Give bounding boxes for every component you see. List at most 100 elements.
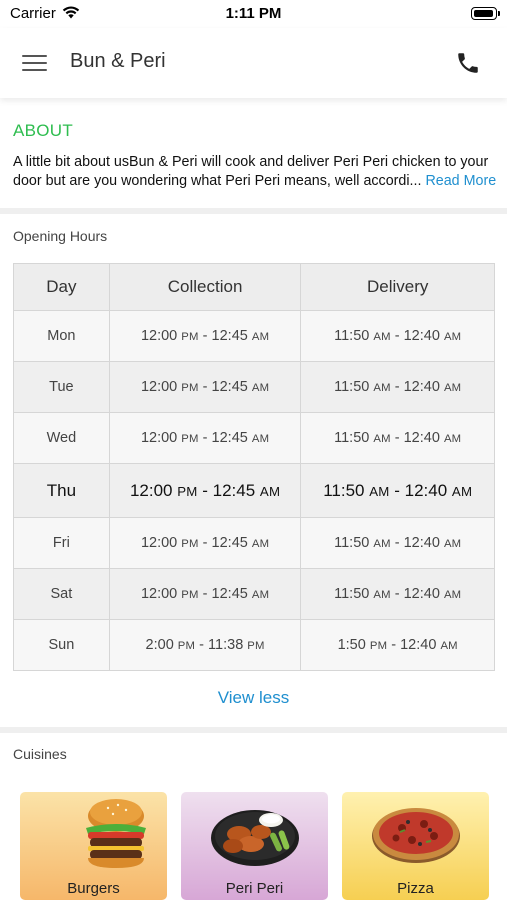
time-end: 12:40	[403, 379, 440, 395]
status-bar: Carrier 1:11 PM	[0, 0, 507, 28]
day-cell: Thu	[13, 463, 110, 518]
time-start-period: AM	[373, 331, 391, 343]
hamburger-menu-icon[interactable]	[22, 52, 48, 72]
hours-row-wed: Wed 12:00 PM - 12:45 AM 11:50 AM - 12:40 A…	[13, 412, 495, 464]
time-start: 12:00	[129, 480, 173, 500]
time-start-period: PM	[181, 382, 199, 394]
battery-icon	[471, 7, 500, 20]
day-cell: Tue	[13, 361, 110, 413]
time-end: 12:45	[211, 535, 248, 551]
day-cell: Wed	[13, 412, 110, 464]
delivery-time-cell: 11:50 AM - 12:40 AM	[300, 412, 495, 464]
time-end-period: AM	[251, 433, 270, 445]
day-cell: Sun	[13, 619, 110, 671]
delivery-time-cell: 11:50 AM - 12:40 AM	[300, 310, 495, 362]
restaurant-title: Bun & Peri	[70, 50, 166, 72]
time-start: 11:50	[323, 480, 365, 500]
hours-row-tue: Tue 12:00 PM - 12:45 AM 11:50 AM - 12:40 A…	[13, 361, 495, 413]
about-description: A little bit about usBun & Peri will coo…	[13, 154, 489, 189]
section-divider	[0, 727, 507, 733]
opening-hours-table: Day Collection Delivery Mon 12:00 PM - 12…	[13, 263, 495, 671]
time-start: 11:50	[334, 328, 370, 344]
time-end: 12:40	[403, 430, 440, 446]
collection-time-cell: 12:00 PM - 12:45 AM	[108, 463, 302, 518]
time-start-period: PM	[181, 589, 199, 601]
navigation-bar: Bun & Peri	[0, 28, 507, 98]
time-start-period: AM	[373, 433, 391, 445]
time-start: 11:50	[334, 586, 370, 602]
about-section: ABOUT A little bit about usBun & Peri wi…	[0, 108, 507, 208]
cuisines-heading: Cuisines	[13, 746, 67, 762]
read-more-link[interactable]: Read More	[425, 173, 496, 189]
time-start: 12:00	[140, 379, 178, 395]
day-cell: Mon	[13, 310, 110, 362]
time-end-period: AM	[259, 483, 281, 499]
time-end: 12:40	[400, 637, 437, 653]
cuisine-label: Peri Peri	[225, 880, 284, 897]
time-start: 2:00	[145, 637, 174, 653]
time-end-period: AM	[443, 589, 462, 601]
phone-icon[interactable]	[455, 50, 481, 76]
hours-row-sun: Sun 2:00 PM - 11:38 PM 1:50 PM - 12:40 AM	[13, 619, 495, 671]
time-end: 12:40	[404, 480, 448, 500]
time-end-period: AM	[443, 382, 462, 394]
time-end-period: PM	[247, 640, 265, 652]
column-header-delivery: Delivery	[300, 263, 495, 311]
cuisine-label: Pizza	[397, 880, 434, 897]
hours-row-mon: Mon 12:00 PM - 12:45 AM 11:50 AM - 12:40 A…	[13, 310, 495, 362]
time-end-period: AM	[251, 538, 270, 550]
time-start-period: AM	[373, 382, 391, 394]
about-heading: ABOUT	[13, 121, 74, 140]
time-start: 12:00	[140, 328, 178, 344]
day-cell: Fri	[13, 517, 110, 569]
collection-time-cell: 12:00 PM - 12:45 AM	[108, 310, 302, 362]
cuisine-card-peri-peri[interactable]: Peri Peri	[181, 792, 328, 900]
collection-time-cell: 12:00 PM - 12:45 AM	[108, 412, 302, 464]
time-end: 12:45	[211, 379, 248, 395]
time-start-period: PM	[181, 433, 199, 445]
time-end-period: AM	[451, 483, 473, 499]
section-divider	[0, 208, 507, 214]
time-end-period: AM	[443, 331, 462, 343]
collection-time-cell: 12:00 PM - 12:45 AM	[108, 568, 302, 620]
cuisine-label: Burgers	[67, 880, 120, 897]
time-start-period: AM	[373, 538, 391, 550]
delivery-time-cell: 11:50 AM - 12:40 AM	[300, 568, 495, 620]
delivery-time-cell: 11:50 AM - 12:40 AM	[300, 463, 495, 518]
delivery-time-cell: 1:50 PM - 12:40 AM	[300, 619, 495, 671]
time-start: 1:50	[337, 637, 366, 653]
time-end: 12:45	[212, 480, 256, 500]
time-start-period: AM	[369, 483, 390, 499]
time-start-period: AM	[373, 589, 391, 601]
time-end-period: AM	[251, 589, 270, 601]
time-start-period: PM	[369, 640, 388, 652]
status-time: 1:11 PM	[225, 5, 282, 22]
day-cell: Sat	[13, 568, 110, 620]
time-end: 12:40	[403, 328, 440, 344]
table-header-row: Day Collection Delivery	[13, 263, 495, 311]
time-end-period: AM	[251, 331, 270, 343]
delivery-time-cell: 11:50 AM - 12:40 AM	[300, 361, 495, 413]
time-start-period: PM	[181, 331, 199, 343]
time-end: 12:40	[403, 535, 440, 551]
column-header-collection: Collection	[108, 263, 302, 311]
time-end: 12:40	[403, 586, 440, 602]
hours-row-sat: Sat 12:00 PM - 12:45 AM 11:50 AM - 12:40 A…	[13, 568, 495, 620]
collection-time-cell: 2:00 PM - 11:38 PM	[108, 619, 302, 671]
delivery-time-cell: 11:50 AM - 12:40 AM	[300, 517, 495, 569]
time-end: 12:45	[211, 328, 248, 344]
time-end: 12:45	[211, 430, 248, 446]
hours-row-thu: Thu 12:00 PM - 12:45 AM 11:50 AM - 12:40 A…	[13, 463, 495, 518]
collection-time-cell: 12:00 PM - 12:45 AM	[108, 517, 302, 569]
time-end-period: AM	[443, 433, 462, 445]
opening-hours-heading: Opening Hours	[13, 228, 108, 244]
time-end-period: AM	[251, 382, 270, 394]
time-start: 12:00	[140, 535, 178, 551]
time-start-period: PM	[181, 538, 199, 550]
cuisine-card-burgers[interactable]: Burgers	[20, 792, 167, 900]
view-less-link[interactable]: View less	[0, 688, 507, 708]
cuisine-card-pizza[interactable]: Pizza	[342, 792, 489, 900]
time-end: 11:38	[208, 637, 244, 653]
time-start: 11:50	[334, 430, 370, 446]
time-end-period: AM	[443, 538, 462, 550]
